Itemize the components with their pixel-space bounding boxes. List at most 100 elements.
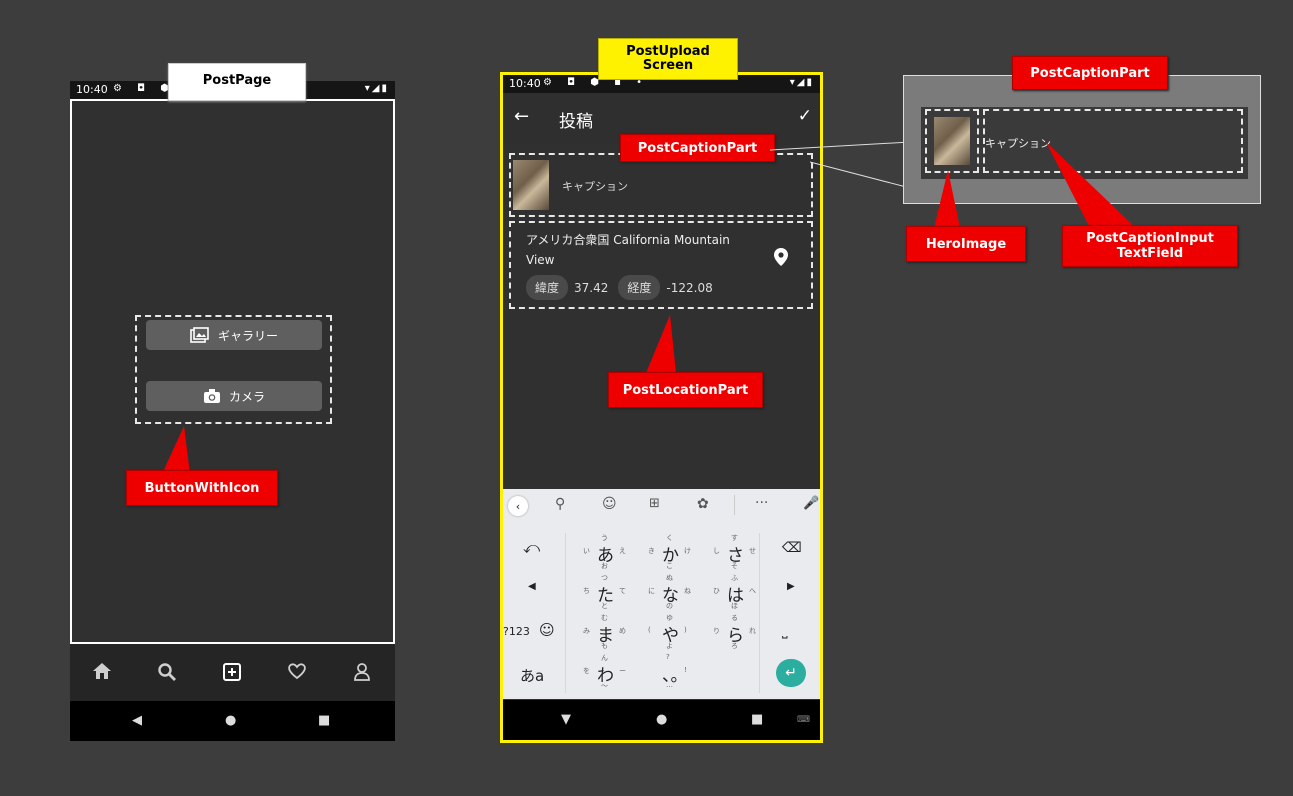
status-right-icons: ▾◢▮ <box>364 83 389 94</box>
camera-label: カメラ <box>228 389 265 404</box>
kana-flick-left: ( <box>648 626 651 634</box>
post-location-part: アメリカ合衆国 California Mountain View 緯度 37.4… <box>509 221 813 309</box>
page-title: 投稿 <box>559 112 593 132</box>
kana-flick-left: り <box>713 627 720 635</box>
back-nav-icon-2[interactable]: ▼ <box>561 712 571 727</box>
collapse-toolbar-icon[interactable]: ‹ <box>508 496 528 516</box>
latitude-value: 37.42 <box>574 280 609 295</box>
system-nav-bar-2: ▼ ● ■ ⌨ <box>503 700 820 740</box>
enter-key[interactable]: ↵ <box>776 659 806 687</box>
kana-flick-up: ふ <box>731 574 738 582</box>
location-address: アメリカ合衆国 California Mountain View <box>526 230 730 270</box>
location-line1: アメリカ合衆国 California Mountain <box>526 233 730 247</box>
home-nav-icon[interactable]: ● <box>225 713 236 728</box>
kana-flick-up: く <box>666 534 673 542</box>
kana-key[interactable]: らりれるろ <box>711 613 761 651</box>
space-key[interactable]: ⎵ <box>782 623 788 639</box>
palette-icon[interactable]: ✿ <box>697 496 709 512</box>
kana-flick-left: み <box>583 627 590 635</box>
kana-flick-up: る <box>731 614 738 622</box>
keyboard-toolbar: ‹ ⚲ ☺ ⊞ ✿ ··· 🎤 <box>503 489 820 525</box>
recents-nav-icon-2[interactable]: ■ <box>751 712 763 727</box>
system-nav-bar: ◀ ● ■ <box>70 701 395 741</box>
kana-flick-down: と <box>601 602 608 610</box>
kana-flick-down: も <box>601 642 608 650</box>
kana-flick-left: ひ <box>713 587 720 595</box>
kana-flick-up: う <box>601 534 608 542</box>
status-icons: ⚙ ◘ ⬢ <box>113 83 175 94</box>
kana-flick-up: む <box>601 614 608 622</box>
ime-keyboard: ‹ ⚲ ☺ ⊞ ✿ ··· 🎤 ⤺ ◀ ?123 ☺ あa ⌫ ▶ ⎵ ↵ あ <box>503 489 820 699</box>
kana-flick-down: お <box>601 562 608 570</box>
button-with-icon-group: ギャラリー カメラ <box>135 315 332 424</box>
person-icon[interactable] <box>351 662 373 684</box>
kana-key[interactable]: はひへふほ <box>711 573 761 611</box>
undo-key[interactable]: ⤺ <box>523 538 540 558</box>
latitude-label: 緯度 <box>526 275 569 300</box>
translate-icon[interactable]: ⊞ <box>649 496 660 511</box>
home-icon[interactable] <box>91 662 113 684</box>
post-caption-input-callout: PostCaptionInput TextField <box>1062 225 1238 267</box>
kana-flick-left: し <box>713 547 720 555</box>
kana-flick-down: そ <box>731 562 738 570</box>
kana-switch-key[interactable]: あa <box>520 665 544 686</box>
check-icon[interactable]: ✓ <box>798 106 812 126</box>
heart-icon[interactable] <box>286 662 308 684</box>
sticker-icon[interactable]: ☺ <box>602 496 617 512</box>
kana-key[interactable]: かきけくこ <box>646 533 696 571</box>
kana-key[interactable]: わをーん〜 <box>581 653 631 691</box>
kana-flick-down: ろ <box>731 642 738 650</box>
kb-search-icon[interactable]: ⚲ <box>555 496 565 512</box>
keyboard-switch-icon[interactable]: ⌨ <box>797 715 810 725</box>
hero-image-callout: HeroImage <box>906 226 1026 262</box>
kana-flick-right: め <box>619 627 626 635</box>
location-pin-icon[interactable] <box>773 247 789 267</box>
kana-flick-right: せ <box>749 547 756 555</box>
backspace-key[interactable]: ⌫ <box>782 540 802 556</box>
status-time: 10:40 <box>76 83 108 96</box>
kana-key[interactable]: まみめむも <box>581 613 631 651</box>
add-box-icon[interactable] <box>221 662 243 684</box>
cursor-right-key[interactable]: ▶ <box>787 581 795 592</box>
kana-flick-down: 〜 <box>601 682 608 690</box>
camera-icon <box>203 389 220 403</box>
cursor-left-key[interactable]: ◀ <box>528 581 536 592</box>
kana-key[interactable]: 、。!?… <box>646 653 696 691</box>
kana-flick-right: へ <box>749 587 756 595</box>
recents-nav-icon[interactable]: ■ <box>318 713 330 728</box>
kana-flick-up: ん <box>601 654 608 662</box>
caption-input[interactable]: キャプション <box>562 178 628 194</box>
kana-flick-down: の <box>666 602 673 610</box>
kana-flick-down: よ <box>666 642 673 650</box>
zoom-connector-lines <box>770 141 911 189</box>
kana-flick-right: け <box>684 547 691 555</box>
hero-image <box>513 160 549 210</box>
num-switch-key[interactable]: ?123 <box>503 625 530 638</box>
kana-flick-right: ー <box>619 667 626 675</box>
kana-key[interactable]: や() ゆよ <box>646 613 696 651</box>
gallery-label: ギャラリー <box>217 328 278 343</box>
kb-divider-left <box>565 533 566 693</box>
kana-key[interactable]: たちてつと <box>581 573 631 611</box>
kana-flick-up: す <box>731 534 738 542</box>
kana-key[interactable]: さしせすそ <box>711 533 761 571</box>
kana-flick-right: ) <box>684 626 687 634</box>
longitude-value: -122.08 <box>666 280 713 295</box>
kana-flick-down: ほ <box>731 602 738 610</box>
more-icon[interactable]: ··· <box>755 495 768 511</box>
button-with-icon-pointer <box>162 426 190 474</box>
kana-key[interactable]: なにねぬの <box>646 573 696 611</box>
mic-icon[interactable]: 🎤 <box>803 496 819 511</box>
post-caption-part: キャプション <box>509 153 813 217</box>
kana-flick-right: え <box>619 547 626 555</box>
camera-button[interactable]: カメラ <box>146 381 322 411</box>
kana-key[interactable]: あいえうお <box>581 533 631 571</box>
home-nav-icon-2[interactable]: ● <box>656 712 667 727</box>
back-arrow-icon[interactable]: ← <box>514 106 529 127</box>
back-nav-icon[interactable]: ◀ <box>132 713 142 728</box>
kana-flick-left: き <box>648 547 655 555</box>
emoji-key[interactable]: ☺ <box>539 621 555 639</box>
post-upload-screen-label: PostUpload Screen <box>598 38 738 80</box>
search-icon[interactable] <box>156 662 178 684</box>
gallery-button[interactable]: ギャラリー <box>146 320 322 350</box>
